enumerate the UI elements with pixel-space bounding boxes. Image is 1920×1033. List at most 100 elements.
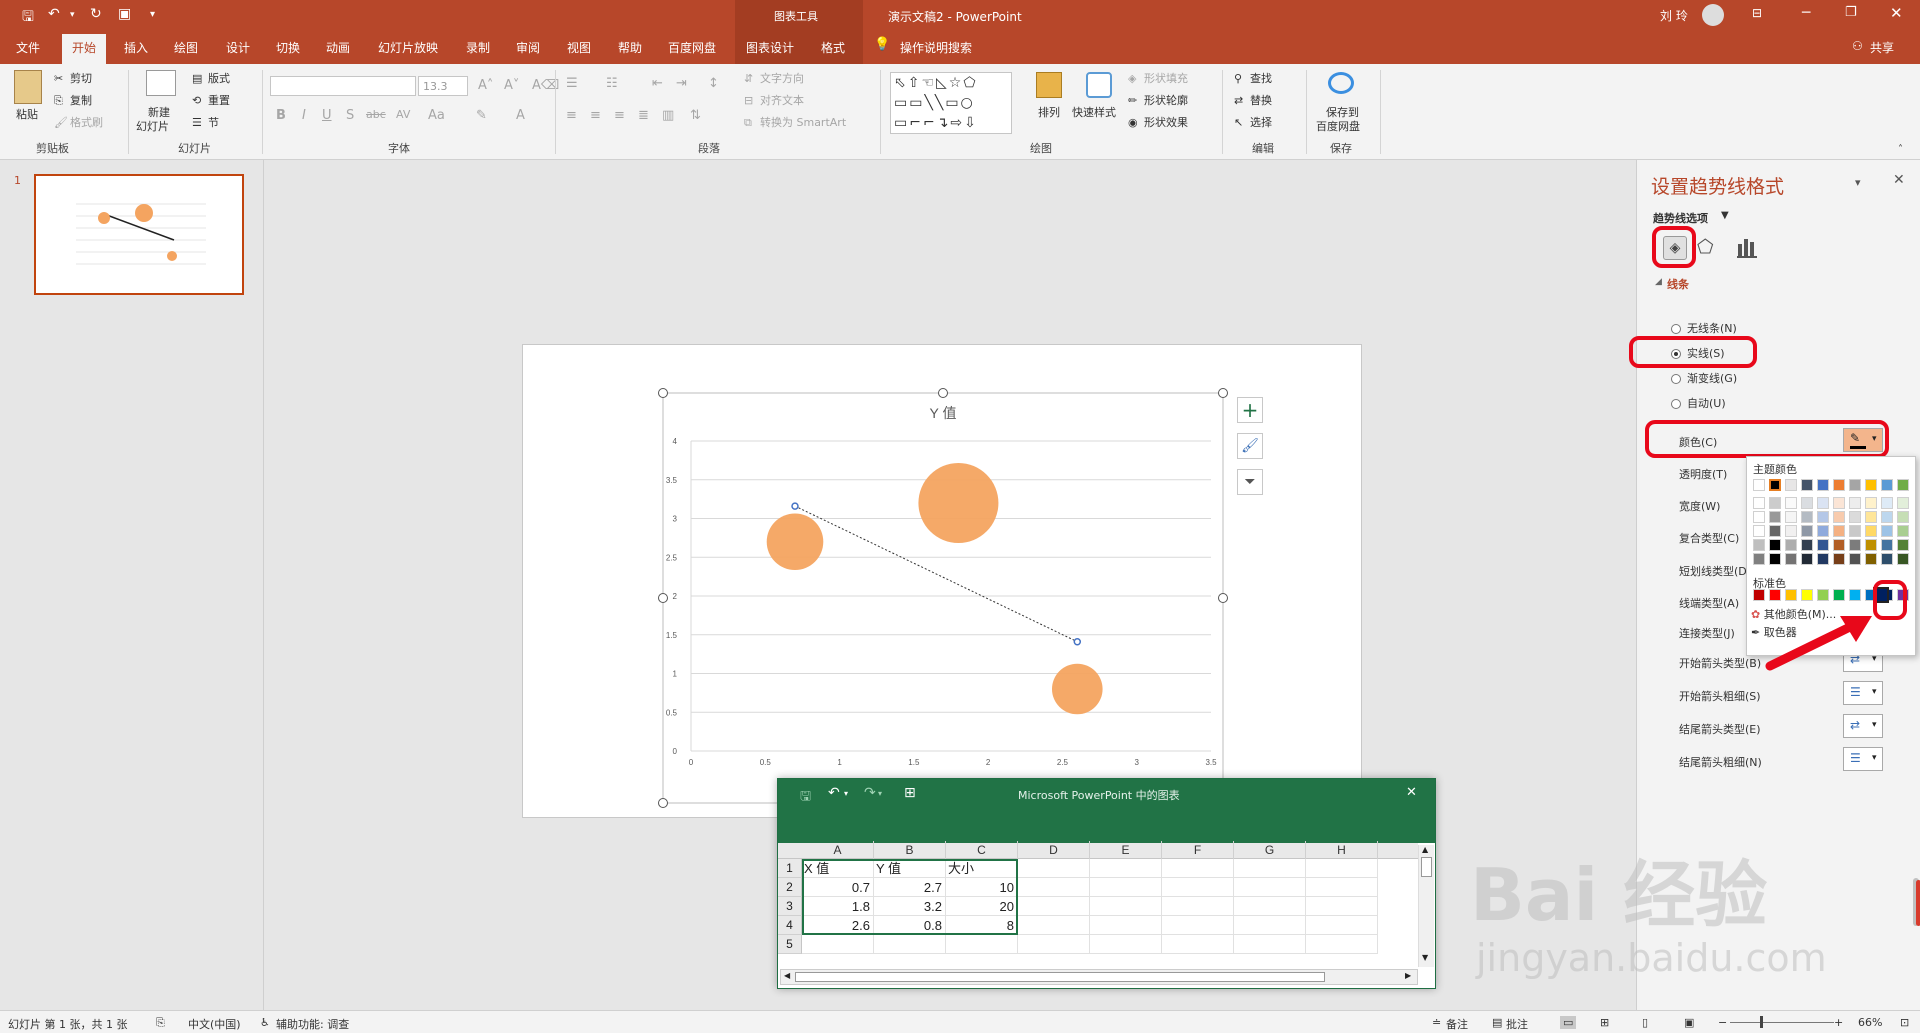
resize-handle[interactable] — [1218, 388, 1228, 398]
save-icon[interactable]: 🖫 — [22, 6, 34, 30]
tab-chart-design[interactable]: 图表设计 — [746, 39, 794, 56]
section-collapse-icon[interactable]: ◢ — [1655, 277, 1662, 287]
theme-color-swatch[interactable] — [1897, 479, 1909, 491]
baidu-cloud-icon[interactable] — [1328, 72, 1354, 94]
radio-automatic[interactable]: 自动(U) — [1671, 395, 1726, 411]
new-slide-icon[interactable] — [146, 70, 176, 96]
theme-color-swatch[interactable] — [1769, 511, 1781, 523]
highlight-icon[interactable]: ✎ — [476, 108, 487, 123]
theme-color-swatch[interactable] — [1785, 525, 1797, 537]
font-color-icon[interactable]: A — [516, 108, 525, 123]
theme-color-swatch[interactable] — [1817, 539, 1829, 551]
chart-area-border[interactable] — [662, 392, 1224, 804]
comments-icon[interactable]: ▤ — [1492, 1016, 1502, 1029]
data-cell[interactable]: 2.6 — [802, 916, 870, 935]
theme-color-swatch[interactable] — [1897, 539, 1909, 551]
grid-cell[interactable] — [1234, 859, 1306, 878]
line-section-label[interactable]: 线条 — [1667, 276, 1689, 292]
theme-color-swatch[interactable] — [1817, 525, 1829, 537]
from-start-icon[interactable]: ▣ — [118, 6, 131, 22]
bubble-point[interactable] — [918, 463, 999, 543]
tab-view[interactable]: 视图 — [567, 39, 591, 56]
tell-me-search[interactable]: 操作说明搜索 — [900, 39, 972, 56]
resize-handle[interactable] — [658, 593, 668, 603]
theme-color-swatch[interactable] — [1849, 539, 1861, 551]
tab-record[interactable]: 录制 — [466, 39, 490, 56]
trendline-options-bar-icon[interactable] — [1737, 239, 1757, 258]
theme-color-swatch[interactable] — [1801, 539, 1813, 551]
tab-insert[interactable]: 插入 — [124, 39, 148, 56]
grid-cell[interactable] — [1090, 878, 1162, 897]
grow-font-icon[interactable]: A˄ — [478, 78, 493, 93]
theme-color-swatch[interactable] — [1785, 539, 1797, 551]
tab-file[interactable]: 文件 — [16, 39, 40, 56]
zoom-out-icon[interactable]: − — [1718, 1016, 1727, 1029]
new-slide-label-2[interactable]: 幻灯片 — [136, 118, 169, 134]
theme-color-swatch[interactable] — [1817, 497, 1829, 509]
theme-color-swatch[interactable] — [1833, 525, 1845, 537]
column-header[interactable]: B — [874, 841, 946, 860]
theme-color-swatch[interactable] — [1753, 497, 1765, 509]
grid-cell[interactable] — [802, 935, 874, 954]
edit-in-excel-icon[interactable]: ⊞ — [904, 785, 916, 801]
bubble-point[interactable] — [766, 513, 824, 571]
theme-color-swatch[interactable] — [1753, 553, 1765, 565]
grid-cell[interactable] — [1162, 897, 1234, 916]
column-header[interactable]: A — [802, 841, 874, 860]
theme-color-swatch[interactable] — [1769, 479, 1781, 491]
resize-handle[interactable] — [938, 388, 948, 398]
grid-cell[interactable] — [1090, 859, 1162, 878]
end-arrow-type-dropdown[interactable]: ⇄ ▾ — [1843, 714, 1883, 738]
excel-undo-icon[interactable]: ↶ — [828, 785, 840, 801]
data-cell[interactable]: 0.7 — [802, 878, 870, 897]
italic-icon[interactable]: I — [302, 108, 306, 123]
pane-options-dropdown-icon[interactable]: ▾ — [1855, 176, 1861, 189]
increase-indent-icon[interactable]: ⇥ — [676, 76, 687, 91]
reading-view-icon[interactable]: ▯ — [1642, 1016, 1648, 1029]
grid-cell[interactable] — [1306, 897, 1378, 916]
theme-color-swatch[interactable] — [1897, 553, 1909, 565]
shape-effects-button[interactable]: ◉ 形状效果 — [1128, 114, 1188, 130]
data-cell[interactable]: 2.7 — [874, 878, 942, 897]
undo-icon[interactable]: ↶ — [48, 6, 60, 22]
theme-color-swatch[interactable] — [1833, 497, 1845, 509]
shapes-gallery[interactable]: ⬁⇧☜◺☆⬠ ▭▭╲╲▭○ ▭⌐⌐↴⇨⇩ — [890, 72, 1012, 134]
data-cell[interactable]: 1.8 — [802, 897, 870, 916]
theme-color-swatch[interactable] — [1817, 511, 1829, 523]
strikethrough-icon[interactable]: abc — [366, 108, 386, 121]
trendline-handle[interactable] — [791, 502, 799, 510]
theme-color-swatch[interactable] — [1865, 539, 1877, 551]
grid-cell[interactable] — [1090, 935, 1162, 954]
theme-color-swatch[interactable] — [1865, 479, 1877, 491]
theme-color-swatch[interactable] — [1833, 553, 1845, 565]
standard-color-swatch[interactable] — [1753, 589, 1765, 601]
slideshow-view-icon[interactable]: ▣ — [1684, 1016, 1694, 1029]
scroll-up-icon[interactable]: ▲ — [1422, 845, 1428, 854]
grid-cell[interactable] — [1234, 897, 1306, 916]
grid-cell[interactable] — [1090, 897, 1162, 916]
spellcheck-icon[interactable]: ⎘ — [156, 1016, 165, 1030]
standard-color-swatch[interactable] — [1769, 589, 1781, 601]
tab-draw[interactable]: 绘图 — [174, 39, 198, 56]
grid-cell[interactable] — [1018, 878, 1090, 897]
grid-cell[interactable] — [1162, 916, 1234, 935]
theme-color-swatch[interactable] — [1897, 497, 1909, 509]
theme-color-swatch[interactable] — [1881, 525, 1893, 537]
trendline-options-dropdown-icon[interactable]: ▼ — [1721, 210, 1729, 221]
excel-save-icon[interactable]: 🖫 — [800, 787, 811, 809]
shape-fill-button[interactable]: ◈ 形状填充 — [1128, 70, 1188, 86]
decrease-indent-icon[interactable]: ⇤ — [652, 76, 663, 91]
bold-icon[interactable]: B — [276, 108, 286, 123]
theme-color-swatch[interactable] — [1865, 511, 1877, 523]
arrange-icon[interactable] — [1036, 72, 1062, 98]
redo-icon[interactable]: ↻ — [90, 6, 102, 22]
grid-cell[interactable] — [1162, 935, 1234, 954]
excel-close-icon[interactable]: ✕ — [1406, 785, 1417, 800]
column-header[interactable]: C — [946, 841, 1018, 860]
theme-color-swatch[interactable] — [1785, 497, 1797, 509]
theme-color-swatch[interactable] — [1865, 525, 1877, 537]
chart-styles-brush-icon[interactable]: 🖌 — [1237, 433, 1263, 459]
close-icon[interactable]: ✕ — [1890, 4, 1903, 22]
grid-cell[interactable] — [1018, 916, 1090, 935]
grid-cell[interactable] — [1306, 878, 1378, 897]
